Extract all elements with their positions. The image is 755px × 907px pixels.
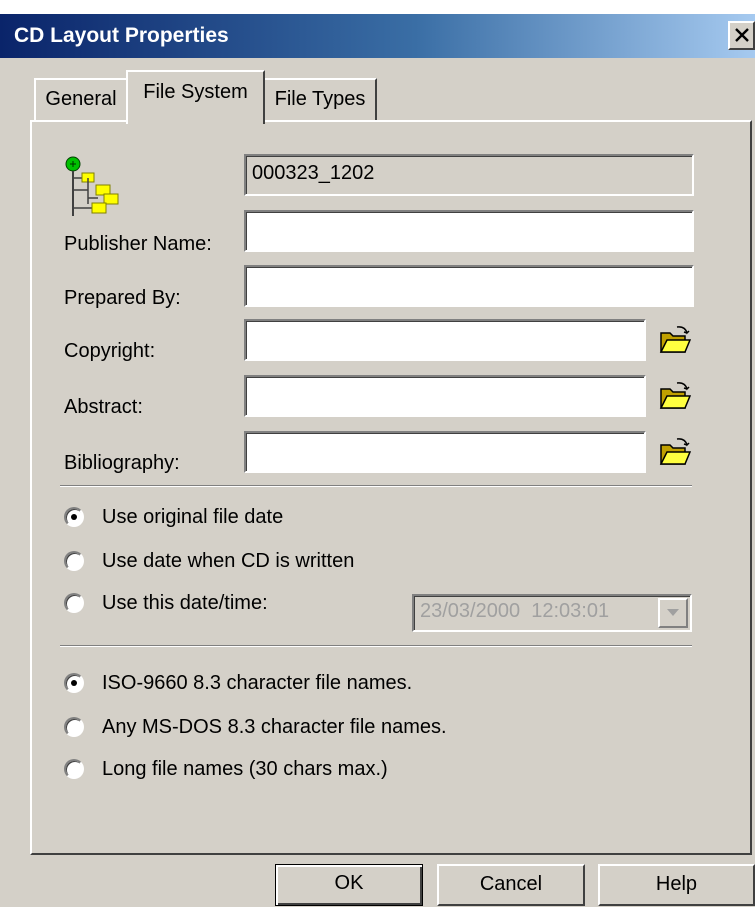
prepared-by-field[interactable] [244, 265, 694, 307]
radio-label: ISO-9660 8.3 character file names. [102, 672, 413, 694]
window-title: CD Layout Properties [14, 24, 229, 47]
abstract-label: Abstract: [64, 396, 143, 418]
radio-button[interactable] [64, 593, 84, 613]
radio-button[interactable] [64, 673, 84, 693]
cancel-label: Cancel [479, 873, 543, 895]
help-label: Help [655, 873, 698, 895]
publisher-name-field[interactable] [244, 210, 694, 252]
abstract-field[interactable] [244, 375, 646, 417]
prepared-by-label: Prepared By: [64, 287, 181, 309]
radio-ms-dos[interactable]: Any MS-DOS 8.3 character file names. [64, 713, 504, 741]
help-button[interactable]: Help [598, 864, 755, 906]
close-button[interactable] [728, 21, 755, 50]
tab-general-label: General [45, 88, 117, 110]
bibliography-label: Bibliography: [64, 452, 180, 474]
abstract-browse-button[interactable] [655, 377, 695, 417]
tab-file-types-label: File Types [274, 88, 366, 110]
separator [60, 645, 692, 647]
tab-file-types[interactable]: File Types [263, 78, 377, 120]
datetime-combo[interactable]: 23/03/2000 12:03:01 [412, 594, 692, 632]
bibliography-field[interactable] [244, 431, 646, 473]
bibliography-browse-button[interactable] [655, 433, 695, 473]
separator [60, 485, 692, 487]
radio-button[interactable] [64, 717, 84, 737]
publisher-name-label: Publisher Name: [64, 233, 212, 255]
ok-label: OK [334, 872, 364, 894]
open-folder-icon [659, 382, 691, 409]
copyright-browse-button[interactable] [655, 321, 695, 361]
datetime-value: 23/03/2000 12:03:01 [420, 600, 610, 622]
cancel-button[interactable]: Cancel [437, 864, 585, 906]
title-bar: CD Layout Properties [0, 14, 755, 58]
radio-label: Use this date/time: [102, 592, 268, 614]
tab-file-system[interactable]: File System [126, 70, 265, 124]
close-icon [735, 28, 749, 42]
radio-button[interactable] [64, 759, 84, 779]
radio-label: Use date when CD is written [102, 550, 355, 572]
copyright-label: Copyright: [64, 340, 156, 362]
volume-name-field[interactable]: 000323_1202 [244, 154, 694, 196]
radio-long-file-names[interactable]: Long file names (30 chars max.) [64, 755, 464, 783]
radio-iso-9660[interactable]: ISO-9660 8.3 character file names. [64, 669, 484, 697]
open-folder-icon [659, 326, 691, 353]
radio-use-this-date[interactable]: Use this date/time: [64, 589, 364, 617]
radio-use-original-date[interactable]: Use original file date [64, 503, 464, 531]
ok-button[interactable]: OK [275, 864, 423, 906]
tab-file-system-label: File System [143, 81, 248, 103]
datetime-dropdown-button[interactable] [658, 598, 688, 628]
open-folder-icon [659, 438, 691, 465]
radio-selected-dot [71, 514, 77, 520]
tab-general[interactable]: General [34, 78, 128, 120]
cd-layout-properties-dialog: CD Layout Properties General File Types … [0, 14, 755, 907]
volume-name-value: 000323_1202 [252, 162, 375, 184]
radio-label: Use original file date [102, 506, 284, 528]
radio-button[interactable] [64, 551, 84, 571]
copyright-field[interactable] [244, 319, 646, 361]
radio-label: Long file names (30 chars max.) [102, 758, 388, 780]
radio-button[interactable] [64, 507, 84, 527]
radio-selected-dot [71, 680, 77, 686]
radio-label: Any MS-DOS 8.3 character file names. [102, 716, 447, 738]
chevron-down-icon [667, 609, 679, 616]
radio-use-date-written[interactable]: Use date when CD is written [64, 547, 464, 575]
folder-tree-icon [65, 156, 119, 216]
